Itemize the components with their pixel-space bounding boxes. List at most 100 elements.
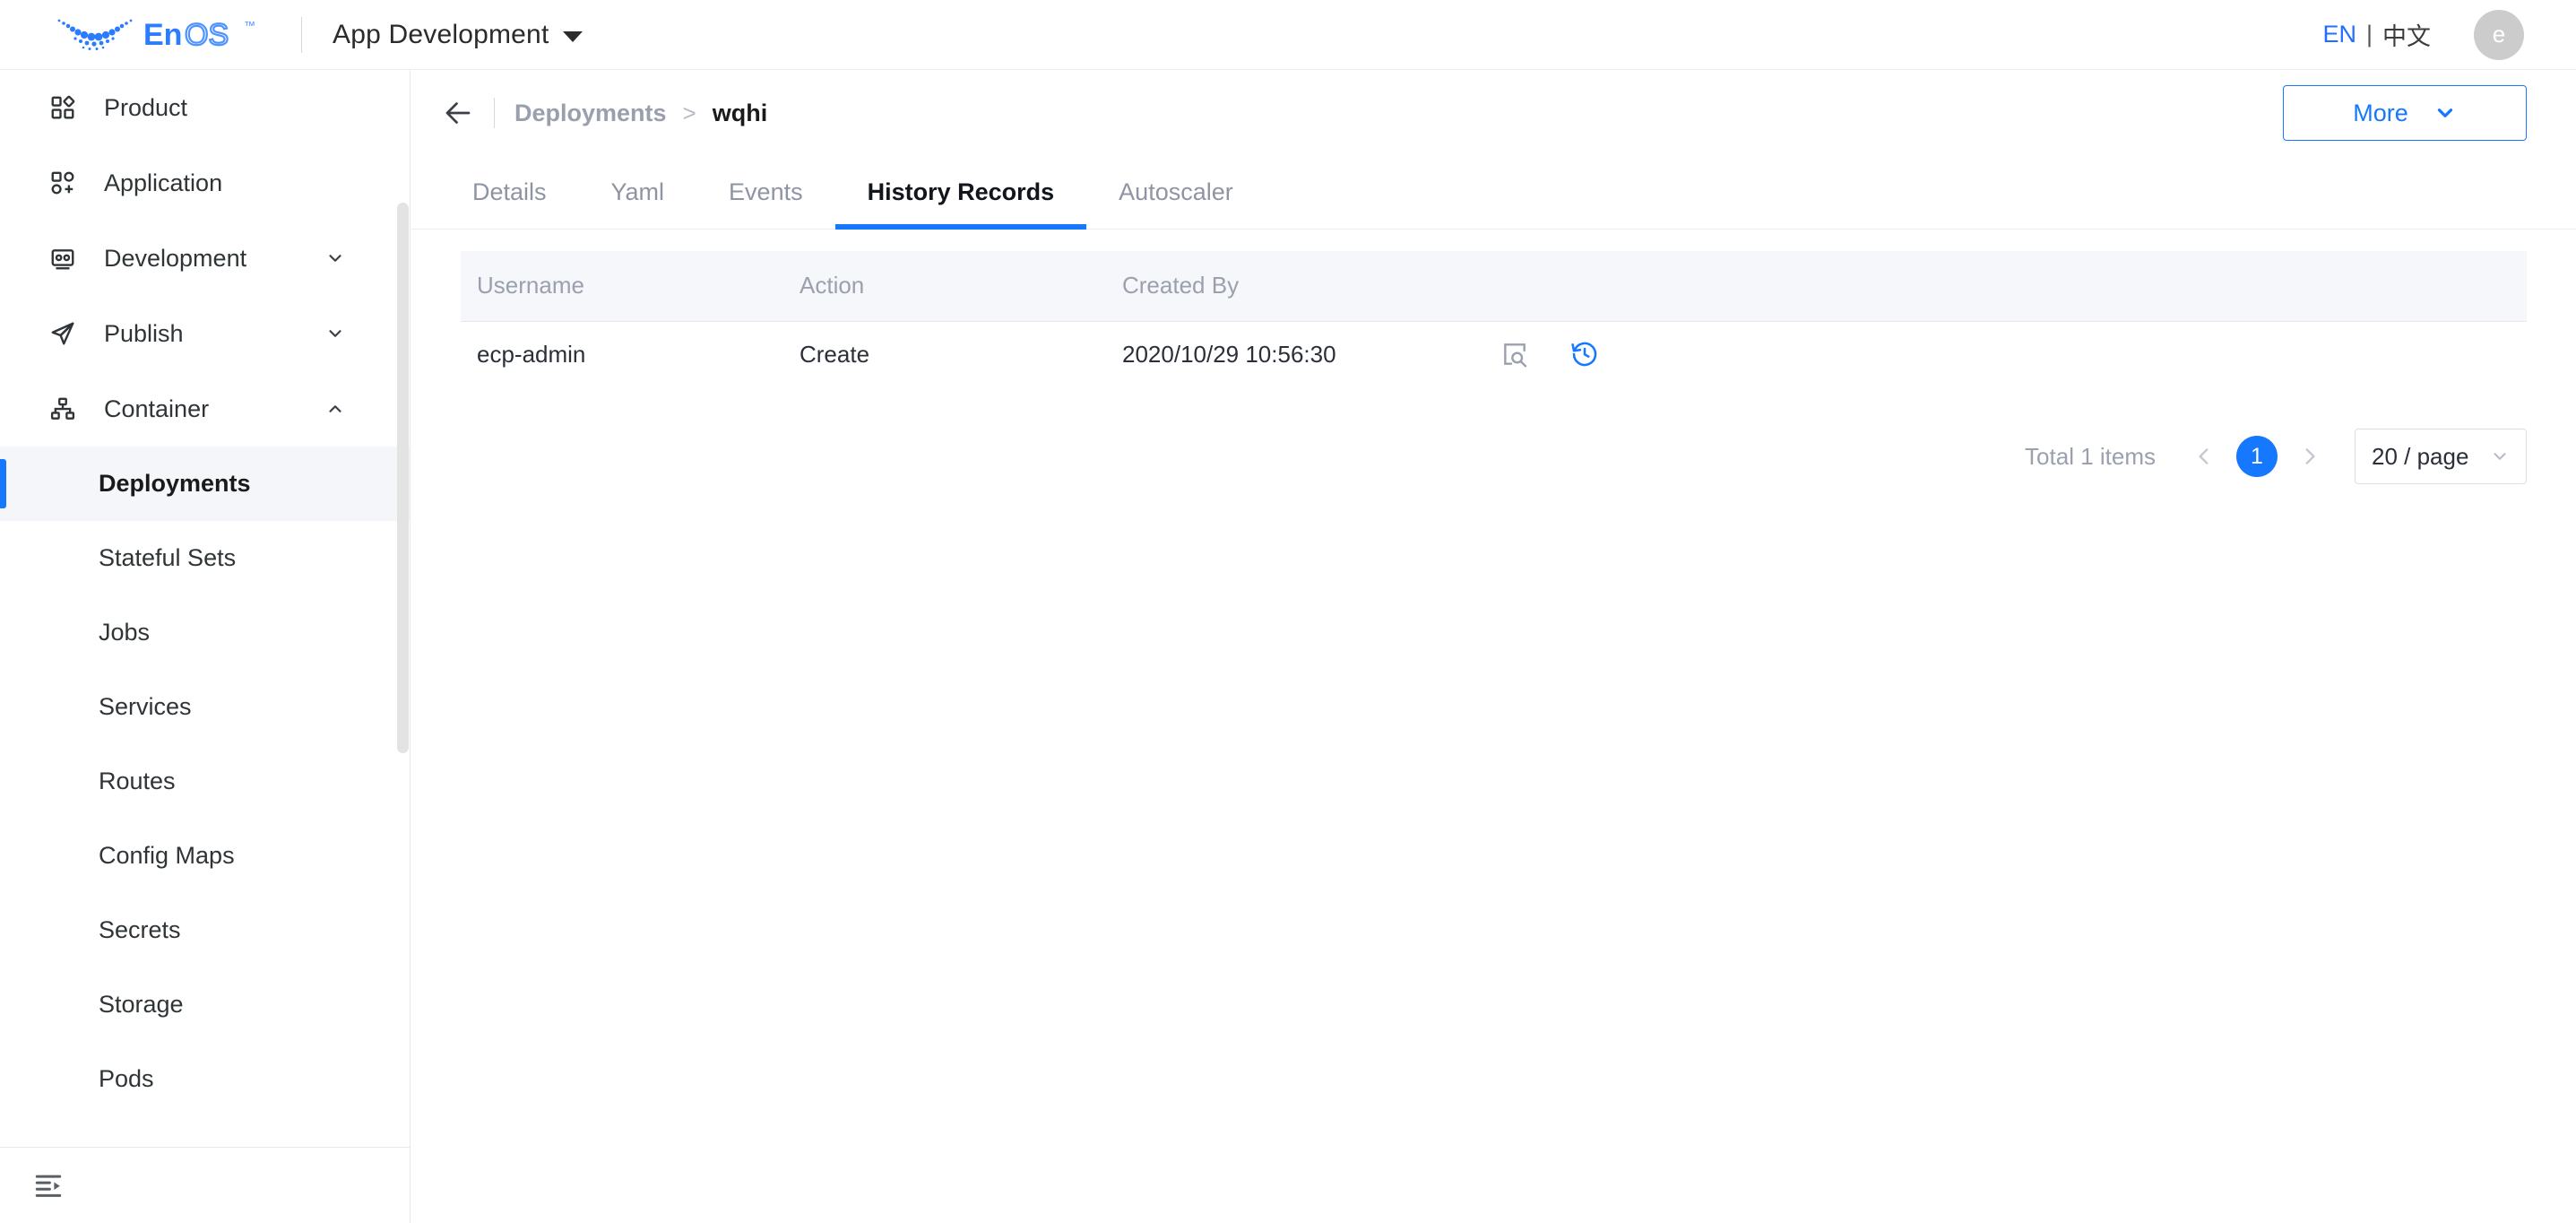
cell-action: Create [800,340,870,368]
chevron-left-icon[interactable] [2184,437,2224,476]
table-header: Username Action Created By [461,251,2527,322]
sidebar-item-pods[interactable]: Pods [0,1042,410,1116]
sidebar-item-config-maps[interactable]: Config Maps [0,819,410,893]
pagination-page-1[interactable]: 1 [2236,436,2278,477]
svg-text:OS: OS [185,18,229,52]
sidebar-item-application[interactable]: Application [0,145,410,221]
tab-label: Autoscaler [1119,178,1233,205]
tab-label: History Records [867,178,1055,205]
breadcrumb-link-deployments[interactable]: Deployments [514,100,667,127]
column-header-operations [1482,251,2527,322]
sidebar-item-development[interactable]: Development [0,221,410,296]
tab-label: Details [472,178,547,205]
column-header-username: Username [461,251,783,322]
sidebar-subitem-label: Routes [99,768,176,794]
sidebar: Product Application Development Publish … [0,70,411,1223]
language-switcher: EN | 中文 [2322,17,2431,52]
main-content: Deployments > wqhi More Details Yaml Eve… [411,70,2576,1223]
rollback-icon[interactable] [1569,338,1601,370]
tab-events[interactable]: Events [696,156,835,229]
sidebar-subitem-label: Deployments [99,470,251,497]
column-header-action: Action [783,251,1106,322]
sidebar-scrollbar-thumb[interactable] [397,203,409,753]
paper-plane-icon [47,317,79,350]
sidebar-item-deployments[interactable]: Deployments [0,447,410,521]
language-option-zh[interactable]: 中文 [2382,17,2431,52]
app-switcher-label: App Development [333,19,549,49]
sidebar-item-label: Container [104,395,210,422]
sidebar-subitem-label: Config Maps [99,842,235,869]
sidebar-subitem-label: Stateful Sets [99,544,237,571]
sidebar-item-publish[interactable]: Publish [0,296,410,371]
page-size-select[interactable]: 20 / page [2355,429,2527,484]
sidebar-scroll-area: Product Application Development Publish … [0,70,410,1147]
tab-history-records[interactable]: History Records [834,156,1087,230]
sidebar-item-routes[interactable]: Routes [0,744,410,819]
breadcrumb: Deployments > wqhi [514,100,767,127]
cell-username: ecp-admin [477,340,586,368]
tab-yaml[interactable]: Yaml [579,156,697,229]
sidebar-item-services[interactable]: Services [0,670,410,744]
sidebar-item-label: Publish [104,319,184,347]
grid-diamond-icon [47,91,79,124]
sidebar-item-label: Application [104,169,223,196]
chevron-down-icon [2494,453,2506,460]
svg-text:™: ™ [244,19,255,32]
sidebar-subitem-label: Storage [99,991,184,1018]
tab-bar: Details Yaml Events History Records Auto… [411,156,2576,230]
svg-text:En: En [143,18,182,52]
more-button-label: More [2353,99,2408,126]
sidebar-subitem-label: Secrets [99,916,181,943]
more-button[interactable]: More [2283,85,2527,141]
column-header-created-by: Created By [1106,251,1482,322]
sidebar-item-storage[interactable]: Storage [0,967,410,1042]
sidebar-item-container[interactable]: Container [0,371,410,447]
sidebar-subitem-label: Jobs [99,619,151,646]
history-records-table: Username Action Created By ecp-admin Cre… [461,251,2527,387]
records-table-wrapper: Username Action Created By ecp-admin Cre… [411,230,2576,387]
tab-details[interactable]: Details [440,156,579,229]
sidebar-item-secrets[interactable]: Secrets [0,893,410,967]
chevron-down-icon[interactable] [325,324,345,343]
header-divider [301,16,302,53]
breadcrumb-current: wqhi [712,99,768,126]
arrow-left-icon[interactable] [440,95,476,131]
chevron-down-icon[interactable] [325,248,345,268]
sidebar-item-label: Product [104,93,188,121]
app-switcher[interactable]: App Development [333,20,583,50]
chevron-down-icon [563,30,583,42]
top-header-bar: En OS ™ App Development EN | 中文 e [0,0,2576,70]
pagination-total-label: Total 1 items [2025,442,2156,470]
language-separator: | [2365,21,2373,48]
enos-wordmark-icon: En OS ™ [143,16,255,52]
brand-logo[interactable]: En OS ™ [56,15,274,55]
sidebar-item-label: Development [104,244,247,272]
sidebar-item-product[interactable]: Product [0,70,410,145]
row-actions [1499,338,2527,370]
sidebar-footer [0,1147,410,1223]
breadcrumb-divider [494,98,495,128]
menu-fold-icon[interactable] [27,1164,70,1207]
tab-label: Yaml [610,178,665,205]
grid-plus-icon [47,167,79,199]
cell-operations [1482,321,2527,387]
language-option-en[interactable]: EN [2322,21,2356,48]
sidebar-item-jobs[interactable]: Jobs [0,595,410,670]
sitemap-icon [47,393,79,425]
header-right-group: EN | 中文 e [2322,9,2524,60]
tab-autoscaler[interactable]: Autoscaler [1086,156,1266,229]
enos-swoosh-icon [57,19,133,50]
table-row: ecp-admin Create 2020/10/29 10:56:30 [461,321,2527,387]
table-body: ecp-admin Create 2020/10/29 10:56:30 [461,321,2527,387]
chevron-down-icon [2437,108,2452,117]
cell-created-by: 2020/10/29 10:56:30 [1122,340,1336,368]
chevron-right-icon[interactable] [2290,437,2330,476]
sidebar-item-stateful-sets[interactable]: Stateful Sets [0,521,410,595]
pagination: Total 1 items 1 20 / page [411,387,2576,484]
sidebar-subitem-label: Pods [99,1065,154,1092]
page-header: Deployments > wqhi More [411,70,2576,156]
avatar[interactable]: e [2474,9,2524,60]
chevron-up-icon[interactable] [325,399,345,419]
sidebar-subitem-label: Services [99,693,192,720]
view-detail-icon[interactable] [1499,338,1531,370]
